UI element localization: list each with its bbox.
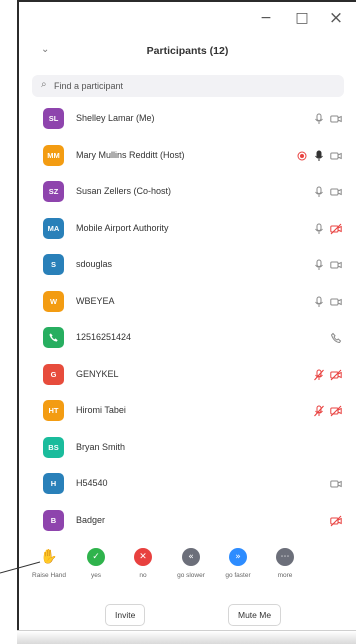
participant-name: Bryan Smith — [76, 441, 126, 452]
search-box[interactable]: ⌕ — [32, 75, 344, 97]
video-off-icon[interactable] — [330, 369, 342, 381]
more-button[interactable]: ⋯ more — [260, 548, 310, 579]
participant-row[interactable]: MM Mary Mullins Redditt (Host) — [19, 139, 356, 176]
x-icon: ✕ — [134, 548, 152, 566]
participant-status-icons — [313, 112, 342, 126]
participant-name: 12516251424 — [76, 332, 132, 342]
participant-status-icons — [313, 222, 342, 236]
participant-name: Badger — [76, 514, 106, 525]
mic-icon[interactable] — [313, 296, 325, 308]
video-icon[interactable] — [330, 150, 342, 162]
participant-row[interactable]: 12516251424 — [19, 321, 356, 358]
video-icon[interactable] — [330, 296, 342, 308]
minimize-button[interactable]: − — [256, 8, 276, 28]
participant-name: Mobile Airport Authority — [76, 222, 169, 233]
video-off-icon[interactable] — [330, 405, 342, 417]
video-icon[interactable] — [330, 113, 342, 125]
participants-header: ⌄ Participants (12) — [19, 34, 356, 68]
participant-row[interactable]: B Badger — [19, 504, 356, 541]
phone-icon[interactable] — [330, 332, 342, 344]
participant-name: H54540 — [76, 478, 108, 488]
feedback-label: go faster — [225, 572, 251, 579]
feedback-label: go slower — [177, 572, 205, 579]
video-icon[interactable] — [330, 478, 342, 490]
record-icon[interactable] — [296, 150, 308, 162]
check-icon: ✓ — [87, 548, 105, 566]
participant-status-icons — [330, 331, 342, 345]
callout-pointer-line — [0, 561, 41, 574]
participant-status-icons — [296, 149, 342, 163]
participant-name: Susan Zellers (Co-host) — [76, 186, 172, 196]
panel-title: Participants (12) — [146, 45, 229, 57]
feedback-label: no — [139, 572, 147, 579]
participant-row[interactable]: Ssdouglas — [19, 248, 356, 285]
video-icon[interactable] — [330, 186, 342, 198]
participant-name: GENYKEL — [76, 368, 119, 379]
participant-name: Hiromi Tabei — [76, 405, 126, 415]
rewind-icon: « — [182, 548, 200, 566]
maximize-button[interactable]: □ — [292, 8, 312, 28]
participant-row[interactable]: SZ Susan Zellers (Co-host) — [19, 175, 356, 212]
no-button[interactable]: ✕ no — [118, 548, 168, 579]
mic-icon[interactable] — [313, 113, 325, 125]
participant-name: Shelley Lamar (Me) — [76, 113, 155, 123]
video-off-icon[interactable] — [330, 515, 342, 527]
mic-active-icon[interactable] — [313, 150, 325, 162]
mic-icon[interactable] — [313, 223, 325, 235]
participant-row[interactable]: BS Bryan Smith — [19, 431, 356, 468]
participant-row[interactable]: W WBEYEA — [19, 285, 356, 322]
title-bar: − □ × — [19, 2, 356, 34]
participant-name: Mary Mullins Redditt (Host) — [76, 149, 185, 160]
participant-status-icons — [313, 368, 342, 382]
participant-name: WBEYEA — [76, 295, 115, 306]
more-icon: ⋯ — [276, 548, 294, 566]
feedback-label: yes — [90, 572, 102, 579]
window-bottom-edge — [17, 630, 356, 644]
mic-muted-icon[interactable] — [313, 405, 325, 417]
go-slower-button[interactable]: « go slower — [166, 548, 216, 579]
participant-list[interactable]: SL Shelley Lamar (Me) MM Mary Mullins Redd… — [19, 102, 356, 542]
participant-status-icons — [313, 295, 342, 309]
mic-icon[interactable] — [313, 259, 325, 271]
fast-forward-icon: » — [229, 548, 247, 566]
participant-row[interactable]: H H54540 — [19, 467, 356, 504]
mic-muted-icon[interactable] — [313, 369, 325, 381]
participant-status-icons — [313, 258, 342, 272]
video-off-icon[interactable] — [330, 223, 342, 235]
participant-status-icons — [313, 185, 342, 199]
participant-status-icons — [330, 514, 342, 528]
video-icon[interactable] — [330, 259, 342, 271]
participant-row[interactable]: MA Mobile Airport Authority — [19, 212, 356, 249]
nonverbal-feedback-bar: ✋ Raise Hand ✓ yes ✕ no «go slower» go faster ⋯ m… — [19, 548, 356, 592]
go-faster-button[interactable]: » go faster — [213, 548, 263, 579]
participant-row[interactable]: SL Shelley Lamar (Me) — [19, 102, 356, 139]
mute-me-button[interactable]: Mute Me — [228, 604, 282, 626]
participant-status-icons — [313, 404, 342, 418]
yes-button[interactable]: ✓ yes — [71, 548, 121, 579]
participant-status-icons — [330, 477, 342, 491]
feedback-label: more — [277, 572, 293, 579]
participant-row[interactable]: G GENYKEL — [19, 358, 356, 395]
mic-icon[interactable] — [313, 186, 325, 198]
search-input[interactable] — [54, 78, 334, 94]
close-button[interactable]: × — [326, 8, 346, 28]
participant-row[interactable]: HT Hiromi Tabei — [19, 394, 356, 431]
participant-name: sdouglas — [76, 259, 113, 269]
invite-button[interactable]: Invite — [105, 604, 146, 626]
